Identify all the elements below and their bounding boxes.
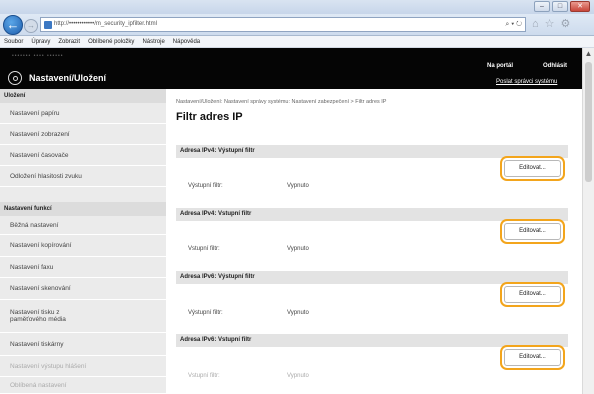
header-title: Nastavení/Uložení: [29, 73, 107, 83]
page-favicon-icon: [44, 21, 52, 29]
ipv6-input-filter-label: Vstupní filtr:: [188, 373, 220, 379]
portal-link[interactable]: Na portál: [487, 63, 513, 69]
forward-arrow-icon[interactable]: →: [24, 19, 38, 33]
address-url: http://••••••••••••/m_security_ipfilter.…: [54, 21, 157, 27]
browser-navbar: ← → http://••••••••••••/m_security_ipfil…: [0, 14, 594, 36]
menu-help[interactable]: Nápověda: [173, 39, 200, 45]
sidebar-item-report-output[interactable]: Nastavení výstupu hlášení: [0, 356, 166, 377]
menu-view[interactable]: Zobrazit: [58, 39, 80, 45]
address-tools[interactable]: ⌕ ▾ ↻: [505, 18, 522, 31]
ipv4-output-filter-label: Výstupní filtr:: [188, 183, 223, 189]
sidebar-item-paper[interactable]: Nastavení papíru: [0, 103, 166, 124]
edit-ipv4-input-button[interactable]: Editovat...: [504, 223, 561, 240]
home-icon[interactable]: ⌂: [532, 18, 539, 31]
logout-link[interactable]: Odhlásit: [543, 63, 567, 69]
menu-favorites[interactable]: Oblíbené položky: [88, 39, 134, 45]
ipv6-output-filter-label: Výstupní filtr:: [188, 310, 223, 316]
edit-ipv6-output-button[interactable]: Editovat...: [504, 286, 561, 303]
sidebar-group-storage: Uložení: [0, 89, 166, 103]
scroll-up-icon[interactable]: ▲: [583, 48, 594, 60]
breadcrumb: Nastavení/Uložení: Nastavení správy syst…: [176, 99, 387, 105]
sidebar: Uložení Nastavení papíru Nastavení zobra…: [0, 89, 166, 394]
menu-tools[interactable]: Nástroje: [142, 39, 164, 45]
section-header-ipv4-input: Adresa IPv4: Vstupní filtr: [176, 208, 568, 221]
window-controls: – □ ✕: [534, 1, 590, 12]
ipv4-input-filter-value: Vypnuto: [287, 246, 309, 252]
minimize-button[interactable]: –: [534, 1, 550, 12]
sidebar-item-scan[interactable]: Nastavení skenování: [0, 278, 166, 300]
edit-ipv6-input-button[interactable]: Editovat...: [504, 349, 561, 366]
sidebar-item-volume[interactable]: Odložení hlasitosti zvuku: [0, 166, 166, 187]
sidebar-item-copy[interactable]: Nastavení kopírování: [0, 235, 166, 257]
page-header: ••••••• •••• •••••• Nastavení/Uložení Na…: [0, 48, 582, 89]
page-title: Filtr adres IP: [176, 111, 243, 123]
star-icon[interactable]: ☆: [545, 18, 555, 31]
sidebar-item-printer[interactable]: Nastavení tiskárny: [0, 333, 166, 356]
browser-toolbar-icons: ⌂ ☆ ⚙: [532, 18, 570, 31]
browser-menubar: Soubor Úpravy Zobrazit Oblíbené položky …: [0, 36, 594, 48]
ipv4-output-filter-value: Vypnuto: [287, 183, 309, 189]
ipv4-input-filter-label: Vstupní filtr:: [188, 246, 220, 252]
scroll-thumb[interactable]: [585, 62, 592, 182]
sidebar-item-display[interactable]: Nastavení zobrazení: [0, 124, 166, 145]
close-button[interactable]: ✕: [570, 1, 590, 12]
edit-ipv4-output-button[interactable]: Editovat...: [504, 160, 561, 177]
section-header-ipv6-output: Adresa IPv6: Výstupní filtr: [176, 271, 568, 284]
sidebar-item-media-print[interactable]: Nastavení tisku z paměťového média: [0, 300, 166, 333]
sidebar-item-fax[interactable]: Nastavení faxu: [0, 257, 166, 278]
sidebar-group-functions: Nastavení funkcí: [0, 202, 166, 216]
window-titlebar: – □ ✕: [0, 0, 594, 14]
ipv6-input-filter-value: Vypnuto: [287, 373, 309, 379]
gear-icon[interactable]: ⚙: [561, 18, 571, 31]
ipv6-output-filter-value: Vypnuto: [287, 310, 309, 316]
header-logo: ••••••• •••• ••••••: [12, 53, 64, 59]
menu-file[interactable]: Soubor: [4, 39, 23, 45]
menu-edit[interactable]: Úpravy: [31, 39, 50, 45]
maximize-button[interactable]: □: [552, 1, 568, 12]
mail-admin-link[interactable]: Poslat správci systému: [496, 79, 557, 85]
address-bar[interactable]: http://••••••••••••/m_security_ipfilter.…: [40, 17, 526, 32]
sidebar-item-timer[interactable]: Nastavení časovače: [0, 145, 166, 166]
section-header-ipv6-input: Adresa IPv6: Vstupní filtr: [176, 334, 568, 347]
page-scrollbar[interactable]: ▲: [582, 48, 594, 394]
sidebar-item-favorites[interactable]: Oblíbená nastavení: [0, 377, 166, 394]
section-header-ipv4-output: Adresa IPv4: Výstupní filtr: [176, 145, 568, 158]
sidebar-item-common[interactable]: Běžná nastavení: [0, 216, 166, 235]
settings-gear-icon: [8, 71, 22, 85]
back-arrow-icon[interactable]: ←: [3, 15, 23, 35]
